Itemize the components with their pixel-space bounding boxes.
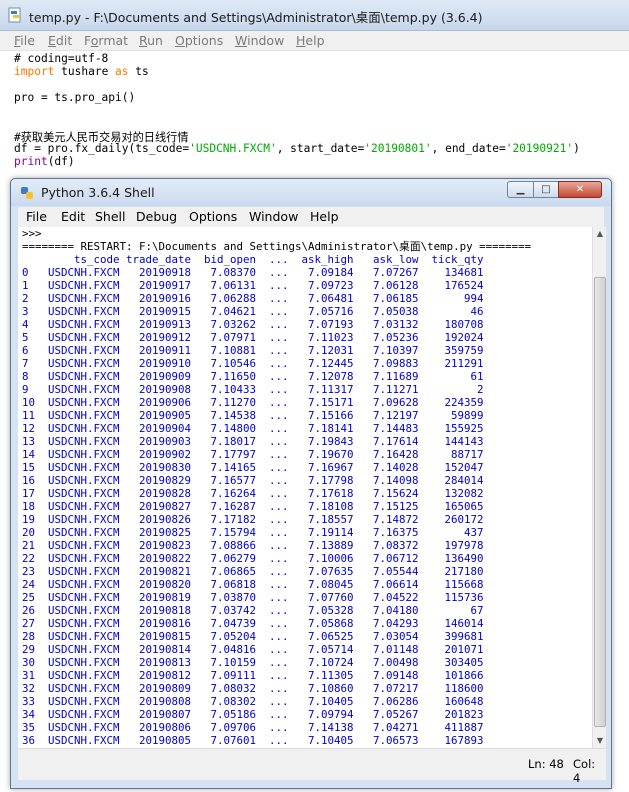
status-bar: Ln: 48 Col: 4	[18, 748, 606, 785]
python-logo-icon	[21, 187, 33, 199]
shell-menu-file[interactable]: File	[26, 209, 47, 224]
close-button[interactable]: ✕	[558, 181, 602, 198]
python-shell-window: Python 3.6.4 Shell ▁ □ ✕ File Edit Shell…	[10, 178, 612, 789]
editor-menu-options[interactable]: Options	[175, 33, 223, 48]
dataframe-row: 20 USDCNH.FXCM 20190825 7.15794 ... 7.19…	[22, 526, 484, 539]
dataframe-row: 5 USDCNH.FXCM 20190912 7.07971 ... 7.110…	[22, 331, 484, 344]
shell-menu-bar: File Edit Shell Debug Options Window Hel…	[18, 207, 604, 227]
dataframe-row: 12 USDCNH.FXCM 20190904 7.14800 ... 7.18…	[22, 422, 484, 435]
editor-menu-bar: File Edit Format Run Options Window Help	[0, 31, 629, 51]
dataframe-row: 4 USDCNH.FXCM 20190913 7.03262 ... 7.071…	[22, 318, 484, 331]
shell-menu-help[interactable]: Help	[310, 209, 339, 224]
dataframe-row: 10 USDCNH.FXCM 20190906 7.11270 ... 7.15…	[22, 396, 484, 409]
dataframe-row: 34 USDCNH.FXCM 20190807 7.05186 ... 7.09…	[22, 708, 484, 721]
shell-title-bar[interactable]: Python 3.6.4 Shell ▁ □ ✕	[11, 179, 611, 206]
dataframe-header: ts_code trade_date bid_open ... ask_high…	[22, 253, 484, 266]
dataframe-row: 1 USDCNH.FXCM 20190917 7.06131 ... 7.097…	[22, 279, 484, 292]
editor-title-bar[interactable]: temp.py - F:\Documents and Settings\Admi…	[0, 0, 629, 31]
dataframe-row: 15 USDCNH.FXCM 20190830 7.14165 ... 7.16…	[22, 461, 484, 474]
line-number-status: Ln: 48	[528, 757, 564, 771]
dataframe-row: 9 USDCNH.FXCM 20190908 7.10433 ... 7.113…	[22, 383, 484, 396]
dataframe-row: 23 USDCNH.FXCM 20190821 7.06865 ... 7.07…	[22, 565, 484, 578]
editor-menu-file[interactable]: File	[14, 33, 35, 48]
editor-menu-format[interactable]: Format	[84, 33, 128, 48]
dataframe-row: 22 USDCNH.FXCM 20190822 7.06279 ... 7.10…	[22, 552, 484, 565]
scrollbar-thumb[interactable]	[594, 277, 606, 727]
dataframe-row: 14 USDCNH.FXCM 20190902 7.17797 ... 7.19…	[22, 448, 484, 461]
editor-menu-edit[interactable]: Edit	[48, 33, 72, 48]
code-line-9: print(df)	[14, 155, 75, 168]
shell-menu-options[interactable]: Options	[189, 209, 237, 224]
dataframe-row: 29 USDCNH.FXCM 20190814 7.04816 ... 7.05…	[22, 643, 484, 656]
dataframe-row: 19 USDCNH.FXCM 20190826 7.17182 ... 7.18…	[22, 513, 484, 526]
dataframe-row: 24 USDCNH.FXCM 20190820 7.06818 ... 7.08…	[22, 578, 484, 591]
close-icon: ✕	[575, 184, 585, 195]
dataframe-row: 0 USDCNH.FXCM 20190918 7.08370 ... 7.091…	[22, 266, 484, 279]
shell-prompt: >>>	[22, 227, 42, 240]
python-file-icon	[8, 7, 21, 23]
shell-menu-edit[interactable]: Edit	[61, 209, 85, 224]
code-line-4: pro = ts.pro_api()	[14, 91, 136, 104]
dataframe-row: 32 USDCNH.FXCM 20190809 7.08032 ... 7.10…	[22, 682, 484, 695]
editor-menu-window[interactable]: Window	[235, 33, 284, 48]
vertical-scrollbar[interactable]: ▲ ▼	[592, 227, 606, 748]
dataframe-row: 35 USDCNH.FXCM 20190806 7.09706 ... 7.14…	[22, 721, 484, 734]
dataframe-row: 17 USDCNH.FXCM 20190828 7.16264 ... 7.17…	[22, 487, 484, 500]
shell-menu-window[interactable]: Window	[249, 209, 298, 224]
code-editor[interactable]: # coding=utf-8 import tushare as ts pro …	[0, 52, 629, 178]
dataframe-row: 27 USDCNH.FXCM 20190816 7.04739 ... 7.05…	[22, 617, 484, 630]
shell-output-area[interactable]: >>> ======== RESTART: F:\Documents and S…	[18, 227, 592, 748]
shell-menu-debug[interactable]: Debug	[136, 209, 177, 224]
code-line-8: df = pro.fx_daily(ts_code='USDCNH.FXCM',…	[14, 142, 580, 155]
shell-menu-shell[interactable]: Shell	[95, 209, 126, 224]
minimize-icon: ▁	[516, 184, 525, 195]
dataframe-row: 2 USDCNH.FXCM 20190916 7.06288 ... 7.064…	[22, 292, 484, 305]
dataframe-row: 31 USDCNH.FXCM 20190812 7.09111 ... 7.11…	[22, 669, 484, 682]
editor-window-title: temp.py - F:\Documents and Settings\Admi…	[29, 10, 483, 25]
dataframe-row: 11 USDCNH.FXCM 20190905 7.14538 ... 7.15…	[22, 409, 484, 422]
dataframe-row: 33 USDCNH.FXCM 20190808 7.08302 ... 7.10…	[22, 695, 484, 708]
shell-window-title: Python 3.6.4 Shell	[41, 185, 155, 200]
column-number-status: Col: 4	[573, 757, 596, 785]
dataframe-row: 21 USDCNH.FXCM 20190823 7.08866 ... 7.13…	[22, 539, 484, 552]
code-line-2: import tushare as ts	[14, 65, 149, 78]
scroll-down-arrow-icon[interactable]: ▼	[593, 734, 607, 748]
dataframe-row: 13 USDCNH.FXCM 20190903 7.18017 ... 7.19…	[22, 435, 484, 448]
dataframe-row: 26 USDCNH.FXCM 20190818 7.03742 ... 7.05…	[22, 604, 484, 617]
dataframe-row: 18 USDCNH.FXCM 20190827 7.16287 ... 7.18…	[22, 500, 484, 513]
restart-banner: ======== RESTART: F:\Documents and Setti…	[22, 240, 532, 253]
dataframe-row: 30 USDCNH.FXCM 20190813 7.10159 ... 7.10…	[22, 656, 484, 669]
dataframe-row: 25 USDCNH.FXCM 20190819 7.03870 ... 7.07…	[22, 591, 484, 604]
scroll-up-arrow-icon[interactable]: ▲	[593, 227, 607, 241]
dataframe-row: 6 USDCNH.FXCM 20190911 7.10881 ... 7.120…	[22, 344, 484, 357]
editor-menu-run[interactable]: Run	[139, 33, 163, 48]
maximize-button[interactable]: □	[533, 181, 559, 198]
code-line-1: # coding=utf-8	[14, 52, 109, 65]
dataframe-row: 3 USDCNH.FXCM 20190915 7.04621 ... 7.057…	[22, 305, 484, 318]
minimize-button[interactable]: ▁	[507, 181, 534, 198]
editor-menu-help[interactable]: Help	[296, 33, 325, 48]
dataframe-row: 36 USDCNH.FXCM 20190805 7.07601 ... 7.10…	[22, 734, 484, 747]
dataframe-row: 16 USDCNH.FXCM 20190829 7.16577 ... 7.17…	[22, 474, 484, 487]
dataframe-row: 7 USDCNH.FXCM 20190910 7.10546 ... 7.124…	[22, 357, 484, 370]
dataframe-row: 28 USDCNH.FXCM 20190815 7.05204 ... 7.06…	[22, 630, 484, 643]
maximize-icon: □	[541, 184, 551, 195]
dataframe-row: 8 USDCNH.FXCM 20190909 7.11650 ... 7.120…	[22, 370, 484, 383]
